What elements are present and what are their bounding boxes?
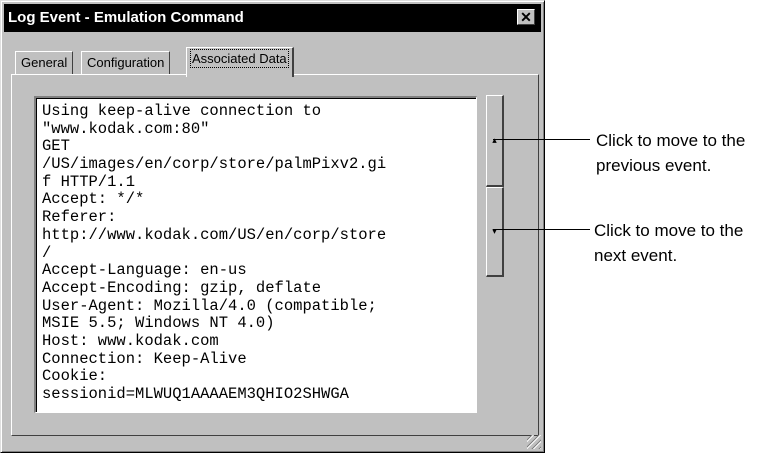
data-line: http://www.kodak.com/US/en/corp/store [42,225,387,244]
up-arrow-icon: ▴ [492,135,497,145]
data-line: Connection: Keep-Alive [42,349,247,368]
data-line: f HTTP/1.1 [42,172,136,191]
associated-data-text[interactable]: Using keep-alive connection to "www.kodak… [34,96,477,413]
tab-general[interactable]: General [15,51,74,75]
callout-line-next [493,229,590,230]
tab-configuration[interactable]: Configuration [81,51,171,75]
callout-next-line1: Click to move to the [594,221,744,240]
callout-line-previous [493,139,590,140]
callout-previous: Click to move to the previous event. [596,128,745,178]
tab-panel-associated-data: Using keep-alive connection to "www.kodak… [11,74,539,436]
data-line: Accept-Encoding: gzip, deflate [42,278,322,297]
callout-next: Click to move to the next event. [594,218,743,268]
data-line: "www.kodak.com:80" [42,119,210,138]
callout-next-line2: next event. [594,246,678,265]
callout-previous-line2: previous event. [596,156,712,175]
down-arrow-icon: ▾ [492,226,497,236]
data-line: Cookie: [42,367,108,386]
data-line: / [42,243,52,262]
tab-label: Configuration [87,55,165,70]
data-line: sessionid=MLWUQ1AAAAEM3QHIO2SHWGA [42,385,349,403]
tab-associated-data[interactable]: Associated Data [186,47,294,77]
title-bar[interactable]: Log Event - Emulation Command ✕ [4,4,541,32]
close-icon: ✕ [520,9,532,25]
tab-label: Associated Data [190,49,289,68]
data-line: Accept: */* [42,190,145,209]
data-line: /US/images/en/corp/store/palmPixv2.gi [42,155,387,174]
callout-previous-line1: Click to move to the [596,131,746,150]
window-title: Log Event - Emulation Command [8,9,244,26]
log-event-dialog: Log Event - Emulation Command ✕ General … [0,0,545,453]
previous-event-button[interactable]: ▴ [486,95,504,187]
tab-label: General [21,55,68,70]
data-line: Using keep-alive connection to [42,102,322,120]
data-line: Host: www.kodak.com [42,331,219,350]
close-button[interactable]: ✕ [517,9,535,25]
resize-grip[interactable] [527,435,541,449]
data-line: User-Agent: Mozilla/4.0 (compatible; [42,296,377,315]
data-line: MSIE 5.5; Windows NT 4.0) [42,314,275,333]
data-line: Referer: [42,208,117,227]
data-line: Accept-Language: en-us [42,261,247,280]
data-line: GET [42,137,70,156]
next-event-button[interactable]: ▾ [486,187,504,277]
